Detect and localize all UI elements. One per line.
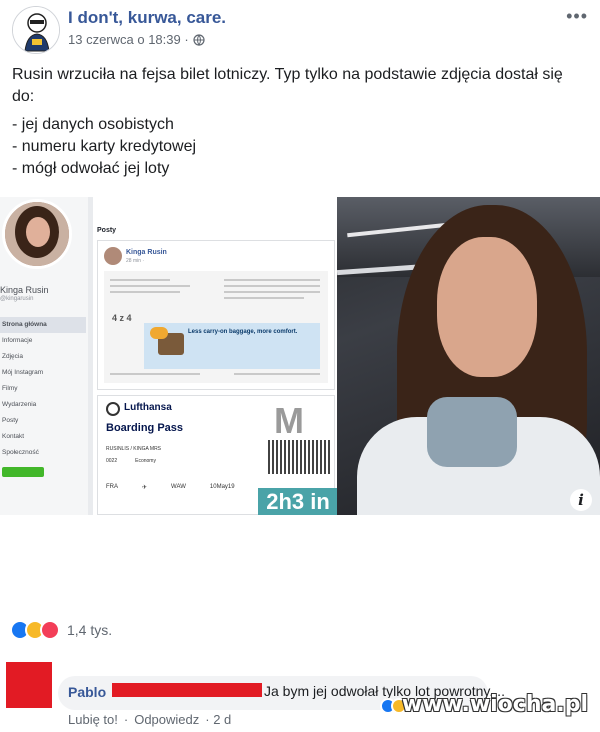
profile-nav-item: Mój Instagram xyxy=(2,369,44,376)
boarding-zone: M xyxy=(274,400,304,441)
page-avatar[interactable] xyxy=(12,6,60,54)
ticket-line xyxy=(110,373,200,375)
post-bullet-list: - jej danych osobistych - numeru karty k… xyxy=(12,114,582,180)
ticket-line xyxy=(110,291,180,293)
reactions-bar[interactable]: 1,4 tys. xyxy=(10,620,112,640)
plane-icon: ✈ xyxy=(142,485,148,491)
comment-author[interactable]: Pablo xyxy=(68,684,106,700)
profile-sidebar: Kinga Rusin @kingarusin Strona główna In… xyxy=(0,197,88,515)
post-bullet: - mógł odwołać jej loty xyxy=(12,160,170,177)
seat-label: 4 z 4 xyxy=(112,313,132,323)
promo-text: Less carry-on baggage, more comfort. xyxy=(188,329,298,335)
globe-icon xyxy=(193,33,205,46)
inner-post: Kinga Rusin 28 min · 4 z 4 Less carry-on… xyxy=(97,240,335,390)
barcode xyxy=(268,440,330,474)
facebook-screenshot-image: Kinga Rusin @kingarusin Strona główna In… xyxy=(0,197,337,515)
posts-heading: Posty xyxy=(97,227,117,234)
post-timestamp[interactable]: 13 czerwca o 18:39 · xyxy=(68,32,205,47)
post-bullet: - numeru karty kredytowej xyxy=(12,138,197,155)
comment-reactions[interactable] xyxy=(380,698,407,714)
page-name[interactable]: I don't, kurwa, care. xyxy=(68,8,226,28)
baggage-promo: Less carry-on baggage, more comfort. xyxy=(144,323,320,369)
profile-photo-icon xyxy=(5,202,69,266)
travel-class: Economy xyxy=(135,458,156,464)
post-image[interactable]: Kinga Rusin @kingarusin Strona główna In… xyxy=(0,197,600,515)
profile-nav-item: Zdjęcia xyxy=(2,353,23,360)
selfie-photo: i xyxy=(337,197,600,515)
fur-scarf xyxy=(427,397,517,467)
ticket-photo: 4 z 4 Less carry-on baggage, more comfor… xyxy=(104,271,328,383)
profile-nav: Strona główna Informacje Zdjęcia Mój Ins… xyxy=(0,317,86,461)
post-bullet: - jej danych osobistych xyxy=(12,116,174,133)
flight-details: 0022 Economy xyxy=(106,458,156,464)
lufthansa-logo-icon xyxy=(106,402,120,416)
profile-nav-item: Informacje xyxy=(2,337,33,344)
profile-nav-item: Strona główna xyxy=(0,317,86,333)
face-shape xyxy=(437,237,537,377)
commenter-avatar[interactable] xyxy=(6,662,52,708)
hand-icon xyxy=(150,327,168,339)
ticket-line xyxy=(224,285,320,287)
inner-post-author: Kinga Rusin xyxy=(126,249,167,256)
reply-link[interactable]: Odpowiedz xyxy=(134,712,199,727)
flight-date: 10May19 xyxy=(209,484,235,490)
ticket-line xyxy=(224,279,320,281)
love-reaction-icon xyxy=(40,620,60,640)
boarding-pass: Lufthansa Boarding Pass M RUSINLIS / KIN… xyxy=(97,395,337,515)
flight-route: FRA ✈ WAW 10May19 xyxy=(106,484,235,491)
inner-avatar xyxy=(104,247,122,265)
ticket-line xyxy=(224,291,320,293)
comment-actions: Lubię to! · Odpowiedz · 2 d xyxy=(68,712,231,727)
post-intro: Rusin wrzuciła na fejsa bilet lotniczy. … xyxy=(12,66,563,105)
gate-info: 2h3 in xyxy=(258,488,337,515)
route-to: WAW xyxy=(171,484,186,490)
ticket-line xyxy=(224,297,304,299)
inner-post-time: 28 min · xyxy=(126,258,145,264)
site-watermark: www.wiocha.pl xyxy=(401,692,588,717)
profile-nav-item: Kontakt xyxy=(2,433,25,440)
boarding-pass-title: Boarding Pass xyxy=(106,422,184,434)
cartoon-avatar-icon xyxy=(13,7,59,53)
ticket-line xyxy=(110,285,190,287)
feed-column: Posty Kinga Rusin 28 min · 4 z 4 Less ca… xyxy=(93,197,337,515)
post-text: Rusin wrzuciła na fejsa bilet lotniczy. … xyxy=(12,64,582,180)
profile-nav-item: Społeczność xyxy=(2,449,39,456)
create-page-button xyxy=(2,467,44,477)
post-header: I don't, kurwa, care. 13 czerwca o 18:39… xyxy=(10,4,590,56)
comment: Pablo Ja bym jej odwołał tylko lot powro… xyxy=(0,662,600,732)
more-options-icon[interactable]: ••• xyxy=(566,6,588,27)
action-separator: · xyxy=(123,712,129,727)
profile-nav-item: Filmy xyxy=(2,385,18,392)
post-date-text[interactable]: 13 czerwca o 18:39 · xyxy=(68,32,189,47)
passenger-name: RUSINLIS / KINGA MRS xyxy=(106,446,162,452)
like-comment-link[interactable]: Lubię to! xyxy=(68,712,118,727)
profile-picture xyxy=(2,199,72,269)
profile-handle: @kingarusin xyxy=(0,296,34,302)
route-from: FRA xyxy=(106,484,118,490)
ticket-line xyxy=(234,373,320,375)
flight-number: 0022 xyxy=(106,458,118,464)
profile-name: Kinga Rusin xyxy=(0,285,49,295)
ticket-line xyxy=(110,279,170,281)
reaction-count[interactable]: 1,4 tys. xyxy=(67,622,112,638)
profile-nav-item: Posty xyxy=(2,417,19,424)
info-icon[interactable]: i xyxy=(570,489,592,511)
redacted-surname xyxy=(112,683,262,697)
profile-nav-item: Wydarzenia xyxy=(2,401,37,408)
comment-age[interactable]: · 2 d xyxy=(205,712,231,727)
airline-name: Lufthansa xyxy=(124,402,172,413)
